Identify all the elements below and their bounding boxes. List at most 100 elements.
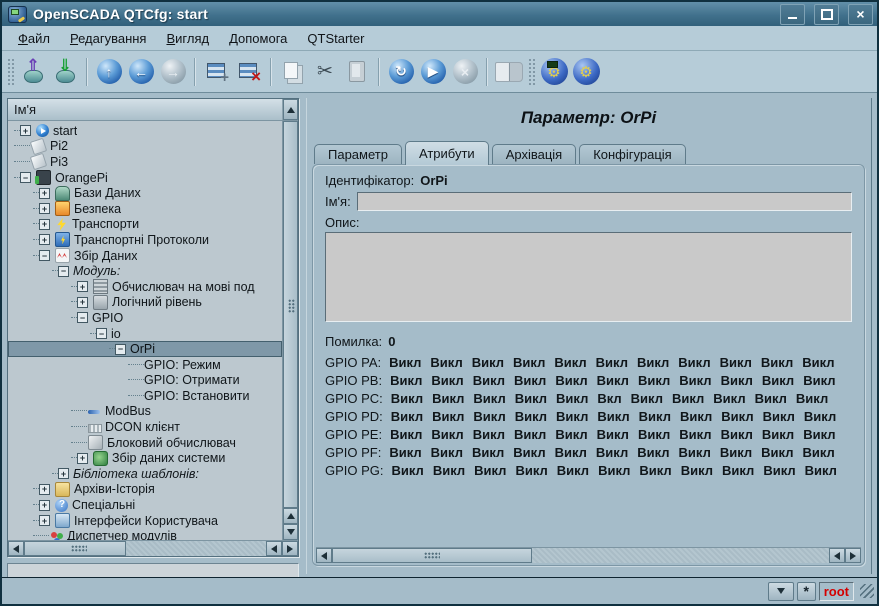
save-to-db-button[interactable] — [50, 56, 80, 88]
collapse-icon[interactable]: − — [39, 250, 50, 261]
tab-1[interactable]: Параметр — [314, 144, 402, 164]
add-item-button[interactable] — [202, 56, 232, 88]
tree-item-24[interactable]: +Спеціальні — [8, 497, 282, 513]
expand-icon[interactable]: + — [39, 515, 50, 526]
tree-hscroll-left2-button[interactable] — [266, 541, 282, 556]
tree-header-label[interactable]: Ім'я — [8, 99, 283, 120]
tree-item-26[interactable]: Диспетчер модулів — [8, 528, 282, 540]
title-bar[interactable]: OpenSCADA QTCfg: start × — [2, 2, 877, 26]
tree-item-20[interactable]: Блоковий обчислювач — [8, 435, 282, 451]
stop-button[interactable]: × — [450, 56, 480, 88]
tree-item-15[interactable]: GPIO: Режим — [8, 357, 282, 373]
tree-item-19[interactable]: DCON клієнт — [8, 419, 282, 435]
tree-hscroll-track[interactable] — [126, 541, 266, 556]
expand-icon[interactable]: + — [39, 484, 50, 495]
expand-icon[interactable]: + — [39, 219, 50, 230]
collapse-icon[interactable]: − — [58, 266, 69, 277]
panel-hscroll-thumb[interactable] — [332, 548, 532, 563]
expand-icon[interactable]: + — [77, 281, 88, 292]
go-back-button[interactable]: ← — [126, 56, 156, 88]
tree-item-8[interactable]: −Збір Даних — [8, 248, 282, 264]
current-user-badge[interactable]: root — [819, 582, 854, 601]
tree-hscrollbar[interactable] — [8, 540, 298, 556]
modified-indicator-button[interactable]: * — [797, 582, 816, 601]
load-from-db-button[interactable] — [18, 56, 48, 88]
expand-icon[interactable]: + — [39, 500, 50, 511]
maximize-button[interactable] — [814, 4, 839, 25]
menu-item-3[interactable]: Вигляд — [156, 29, 219, 48]
descr-textarea[interactable] — [325, 232, 852, 322]
qtstarter-tools-button[interactable]: ⚙ — [571, 56, 601, 88]
tree-item-selected-14[interactable]: −OrPi — [8, 341, 282, 357]
expand-icon[interactable]: + — [20, 125, 31, 136]
copy-item-button[interactable] — [278, 56, 308, 88]
tree-vscrollbar[interactable] — [282, 121, 298, 540]
tree-hscroll-left-button[interactable] — [8, 541, 24, 556]
panel-hscrollbar[interactable] — [316, 547, 861, 563]
tree-item-21[interactable]: +Збір даних системи — [8, 450, 282, 466]
menu-item-2[interactable]: Редагування — [60, 29, 157, 48]
tree-item-2[interactable]: Pi3 — [8, 154, 282, 170]
toolbar-handle[interactable] — [7, 58, 14, 86]
expand-icon[interactable]: + — [39, 203, 50, 214]
tree-item-16[interactable]: GPIO: Отримати — [8, 373, 282, 389]
resize-grip[interactable] — [860, 584, 874, 598]
tree-hscroll-right-button[interactable] — [282, 541, 298, 556]
tree-item-18[interactable]: ModBus — [8, 404, 282, 420]
expand-icon[interactable]: + — [39, 188, 50, 199]
tree-item-6[interactable]: +Транспорти — [8, 217, 282, 233]
tree-vscroll-down-button[interactable] — [283, 524, 298, 540]
close-button[interactable]: × — [848, 4, 873, 25]
collapse-icon[interactable]: − — [77, 312, 88, 323]
tree-hscroll-thumb[interactable] — [24, 541, 126, 556]
go-up-button[interactable]: ↑ — [94, 56, 124, 88]
tree-vscroll-thumb[interactable] — [283, 121, 298, 508]
paste-item-button[interactable] — [342, 56, 372, 88]
tree-item-7[interactable]: +Транспортні Протоколи — [8, 232, 282, 248]
start-periodic-update-button[interactable]: ▶ — [418, 56, 448, 88]
cut-item-button[interactable]: ✂ — [310, 56, 340, 88]
expand-icon[interactable]: + — [58, 468, 69, 479]
name-input[interactable] — [357, 192, 852, 211]
tree-item-22[interactable]: +Бібліотека шаблонів: — [8, 466, 282, 482]
tree-item-25[interactable]: +Інтерфейси Користувача — [8, 513, 282, 529]
menu-item-5[interactable]: QTStarter — [297, 29, 374, 48]
tree-item-13[interactable]: −io — [8, 326, 282, 342]
tree-item-23[interactable]: +Архіви-Історія — [8, 482, 282, 498]
qtstarter-config-button[interactable]: ⚙ — [539, 56, 569, 88]
collapse-icon[interactable]: − — [20, 172, 31, 183]
tab-2-active[interactable]: Атрибути — [405, 141, 489, 165]
expand-icon[interactable]: + — [39, 234, 50, 245]
tree-item-11[interactable]: +Логічний рівень — [8, 295, 282, 311]
tree-item-0[interactable]: +start — [8, 123, 282, 139]
expand-icon[interactable]: + — [77, 453, 88, 464]
tree-item-10[interactable]: +Обчислювач на мові под — [8, 279, 282, 295]
panel-splitter[interactable] — [299, 98, 306, 574]
tree-item-3[interactable]: −OrangePi — [8, 170, 282, 186]
status-dropdown-button[interactable] — [768, 582, 794, 601]
menu-item-4[interactable]: Допомога — [219, 29, 297, 48]
minimize-button[interactable] — [780, 4, 805, 25]
tree-vscroll-up-button[interactable] — [283, 99, 298, 120]
tab-3[interactable]: Архівація — [492, 144, 577, 164]
go-forward-button[interactable]: → — [158, 56, 188, 88]
panel-hscroll-left-button[interactable] — [316, 548, 332, 563]
tree-item-17[interactable]: GPIO: Встановити — [8, 388, 282, 404]
tree-item-1[interactable]: Pi2 — [8, 139, 282, 155]
tree-item-12[interactable]: −GPIO — [8, 310, 282, 326]
manual-button[interactable] — [494, 56, 524, 88]
collapse-icon[interactable]: − — [96, 328, 107, 339]
tree-vscroll-up2-button[interactable] — [283, 508, 298, 524]
tree-item-5[interactable]: +Безпека — [8, 201, 282, 217]
collapse-icon[interactable]: − — [115, 344, 126, 355]
panel-hscroll-left2-button[interactable] — [829, 548, 845, 563]
tree-item-4[interactable]: +Бази Даних — [8, 185, 282, 201]
tree-item-9[interactable]: −Модуль: — [8, 263, 282, 279]
panel-hscroll-right-button[interactable] — [845, 548, 861, 563]
tab-4[interactable]: Конфігурація — [579, 144, 686, 164]
panel-hscroll-track[interactable] — [532, 548, 829, 563]
menu-item-1[interactable]: Файл — [8, 29, 60, 48]
delete-item-button[interactable] — [234, 56, 264, 88]
expand-icon[interactable]: + — [77, 297, 88, 308]
refresh-button[interactable]: ↻ — [386, 56, 416, 88]
